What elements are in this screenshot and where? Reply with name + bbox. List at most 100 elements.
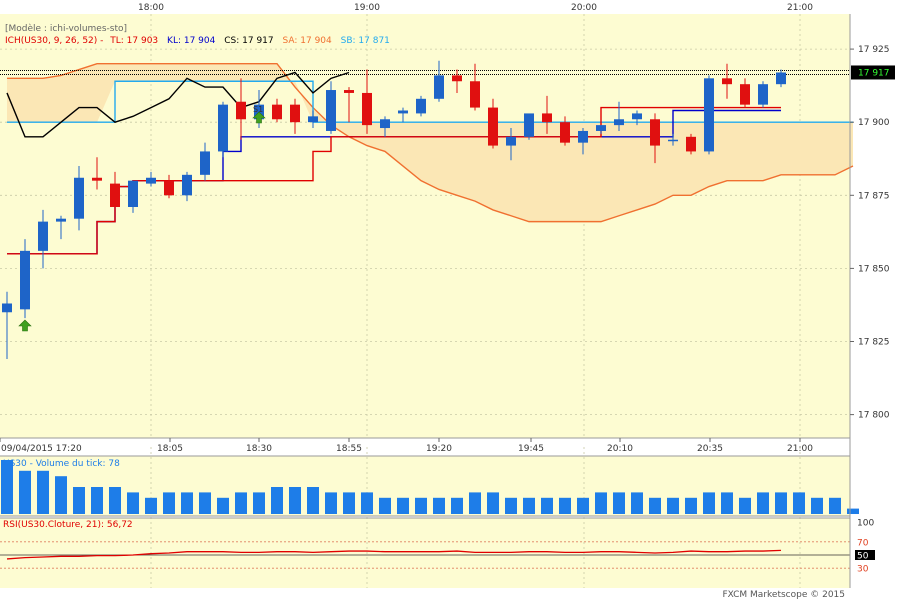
volume-bar	[307, 487, 319, 514]
ichimoku-legend-tl: TL: 17 903	[109, 36, 158, 46]
volume-bar	[541, 497, 553, 514]
bottom-time-label: 20:35	[697, 444, 723, 454]
candle-body	[776, 72, 786, 85]
candle-body	[704, 78, 714, 152]
candle-body	[722, 78, 732, 85]
volume-bar	[505, 497, 517, 514]
volume-bar	[559, 497, 571, 514]
volume-bar	[757, 492, 769, 514]
volume-bar	[649, 497, 661, 514]
ichimoku-legend-sa: SA: 17 904	[283, 36, 333, 46]
ichimoku-legend-cs: CS: 17 917	[224, 36, 273, 46]
candle-body	[560, 122, 570, 143]
price-tick-label: 17 800	[858, 411, 890, 421]
volume-bar	[73, 487, 85, 514]
candle-body	[470, 81, 480, 108]
volume-bar	[487, 492, 499, 514]
bottom-time-label: 18:30	[246, 444, 272, 454]
candle-body	[686, 136, 696, 152]
ichimoku-legend-prefix: ICH(US30, 9, 26, 52) -	[5, 36, 103, 46]
candle-body	[398, 110, 408, 114]
candle-body	[20, 250, 30, 310]
volume-bar	[379, 497, 391, 514]
price-tick-label: 17 900	[858, 118, 890, 128]
volume-bar	[235, 492, 247, 514]
bottom-time-label: 09/04/2015 17:20	[1, 444, 82, 454]
candle-body	[164, 180, 174, 196]
candle-body	[272, 104, 282, 120]
candle-body	[110, 183, 120, 207]
volume-bar	[415, 497, 427, 514]
volume-bar	[361, 492, 373, 514]
volume-bar	[163, 492, 175, 514]
volume-bar	[685, 497, 697, 514]
candle-body	[38, 221, 48, 251]
volume-bar	[847, 508, 859, 514]
candle-body	[614, 119, 624, 126]
price-tick-label: 17 850	[858, 264, 890, 274]
candle-body	[362, 92, 372, 126]
candle-body	[344, 90, 354, 93]
candle-body	[452, 75, 462, 82]
last-price-marker: 17 917	[851, 65, 895, 80]
candle-body	[92, 177, 102, 181]
volume-bar	[667, 497, 679, 514]
model-label: [Modèle : ichi-volumes-sto]	[5, 23, 127, 34]
candle-body	[650, 119, 660, 146]
volume-label: US30 - Volume du tick: 78	[3, 459, 120, 469]
volume-bar	[325, 492, 337, 514]
price-tick-label: 17 925	[858, 45, 890, 55]
volume-bar	[775, 492, 787, 514]
candle-body	[524, 113, 534, 137]
bottom-time-label: 18:05	[157, 444, 183, 454]
candle-body	[290, 104, 300, 123]
candle-body	[128, 180, 138, 207]
volume-bar	[199, 492, 211, 514]
price-tick-label: 17 875	[858, 191, 890, 201]
candle-body	[578, 130, 588, 143]
volume-bar	[127, 492, 139, 514]
ichimoku-legend-kl: KL: 17 904	[167, 36, 216, 46]
candle-body	[740, 84, 750, 105]
candle-body	[56, 218, 66, 222]
volume-bar	[145, 497, 157, 514]
top-time-label: 20:00	[571, 3, 597, 13]
volume-bar	[37, 470, 49, 514]
candle-body	[596, 125, 606, 131]
rsi-axis-label: 70	[857, 538, 869, 548]
volume-bar	[613, 492, 625, 514]
candle-body	[2, 303, 12, 313]
rsi-axis-label: 50	[857, 552, 869, 562]
volume-bar	[451, 497, 463, 514]
volume-bar	[397, 497, 409, 514]
volume-bar	[811, 497, 823, 514]
bottom-time-label: 18:55	[336, 444, 362, 454]
bottom-time-label: 20:10	[607, 444, 633, 454]
candle-body	[182, 174, 192, 196]
volume-bar	[253, 492, 265, 514]
volume-bar	[19, 470, 31, 514]
last-price-value: 17 917	[858, 68, 890, 78]
candle-body	[380, 119, 390, 129]
volume-bar	[181, 492, 193, 514]
volume-bar	[433, 497, 445, 514]
volume-bar	[739, 497, 751, 514]
candle-body	[236, 101, 246, 120]
rsi-axis-label: 30	[857, 565, 869, 575]
candle-body	[308, 116, 318, 123]
candle-body	[218, 104, 228, 152]
candle-body	[632, 113, 642, 120]
rsi-axis-label: 100	[857, 519, 874, 529]
candle-body	[326, 90, 336, 131]
volume-bar	[343, 492, 355, 514]
top-time-label: 18:00	[138, 3, 164, 13]
volume-bar	[523, 497, 535, 514]
ichimoku-legend: ICH(US30, 9, 26, 52) - TL: 17 903 KL: 17…	[5, 36, 390, 46]
chart-stage: 100 70 50 30 S1 [Modèle : ichi-volumes-sto]…	[0, 0, 897, 600]
candle-body	[416, 98, 426, 114]
top-time-label: 19:00	[354, 3, 380, 13]
svg-text:ICH(US30, 9, 26, 52) - T: ICH(US30, 9, 26, 52) - TL: 17 903 KL: 17…	[5, 36, 390, 46]
top-time-axis-bar	[0, 0, 850, 14]
candle-body	[668, 139, 678, 142]
candle-body	[542, 113, 552, 123]
